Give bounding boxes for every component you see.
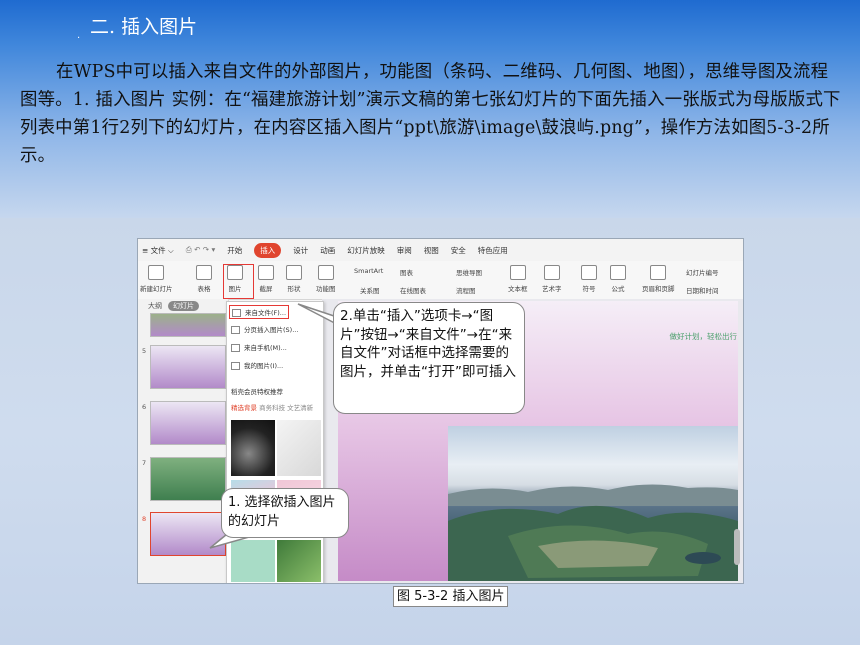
callout-step-2: 2.单击“插入”选项卡→“图片”按钮→“来自文件”→在“来自文件”对话框中选择需… bbox=[333, 302, 525, 414]
figure-caption: 图 5-3-2 插入图片 bbox=[393, 586, 509, 607]
callout-step-1: 1. 选择欲插入图片的幻灯片 bbox=[221, 488, 349, 538]
